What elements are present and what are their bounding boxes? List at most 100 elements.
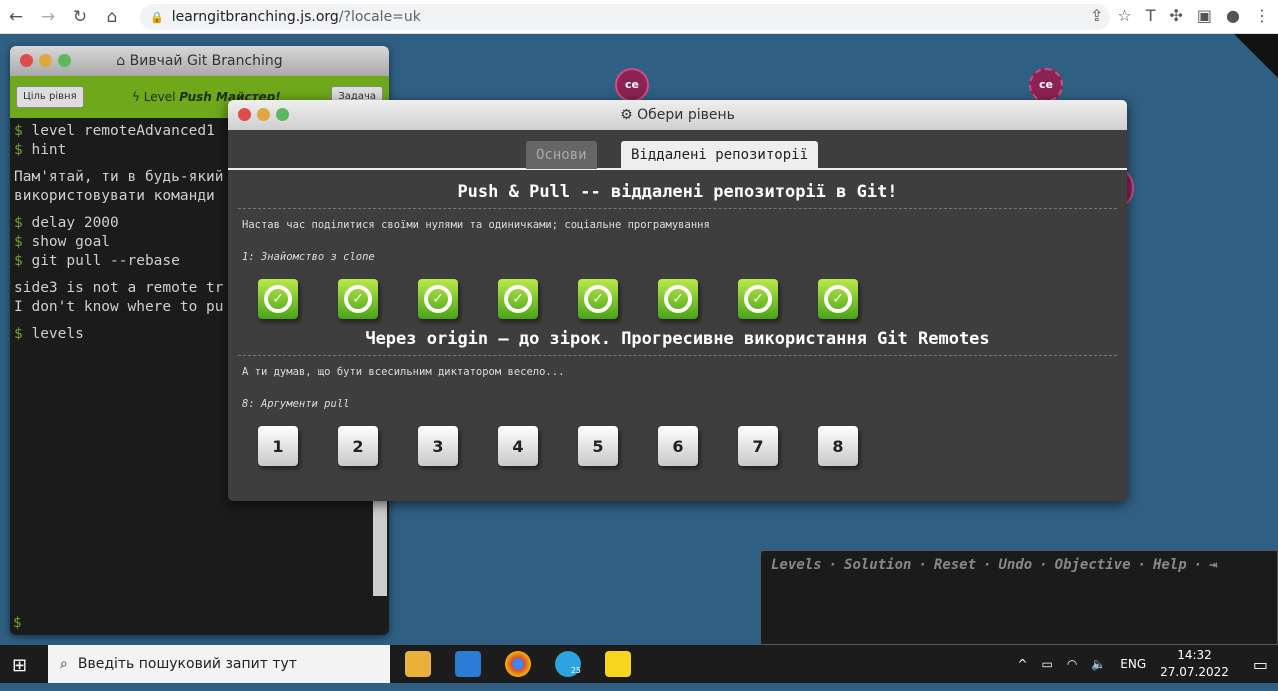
taskbar-search[interactable]: ⌕ Введіть пошуковий запит тут [48, 645, 390, 683]
address-bar[interactable]: 🔒 learngitbranching.js.org/?locale=uk [140, 4, 1110, 30]
checkmark-icon: ✓ [504, 285, 532, 313]
notifications-icon[interactable]: ▭ [1253, 655, 1268, 674]
command-levels[interactable]: Levels [771, 557, 822, 573]
prompt-symbol: $ [14, 215, 23, 231]
share-icon[interactable]: ⇪ [1090, 6, 1103, 25]
minimize-button[interactable] [257, 108, 270, 121]
close-button[interactable] [238, 108, 251, 121]
level-button-completed[interactable]: ✓ [258, 279, 298, 319]
github-corner[interactable] [1234, 34, 1278, 78]
command-help[interactable]: Help [1153, 557, 1187, 573]
command-bar: Levels · Solution · Reset · Undo · Objective · Hel… [760, 550, 1278, 645]
volume-icon[interactable]: 🔈 [1091, 657, 1106, 671]
level-grid: ✓ ✓ ✓ ✓ ✓ ✓ ✓ ✓ [228, 263, 1127, 319]
prompt-symbol: $ [14, 326, 23, 342]
reload-icon[interactable]: ↻ [64, 7, 96, 27]
menu-icon[interactable]: ⋮ [1254, 6, 1270, 25]
level-button-completed[interactable]: ✓ [578, 279, 618, 319]
checkmark-icon: ✓ [744, 285, 772, 313]
checkmark-icon: ✓ [584, 285, 612, 313]
chrome-icon[interactable] [505, 651, 531, 677]
level-button[interactable]: 3 [418, 426, 458, 466]
minimize-button[interactable] [39, 54, 52, 67]
level-button-completed[interactable]: ✓ [658, 279, 698, 319]
clock[interactable]: 14:32 27.07.2022 [1160, 647, 1229, 681]
lock-icon: 🔒 [150, 10, 164, 24]
prompt-symbol: $ [14, 123, 23, 139]
tab-remote[interactable]: Віддалені репозиторії [621, 141, 819, 169]
checkmark-icon: ✓ [824, 285, 852, 313]
line-text: використовувати команди [14, 188, 215, 204]
sidepanel-icon[interactable]: ▣ [1197, 6, 1212, 25]
goal-button[interactable]: Ціль рівня [16, 86, 84, 108]
line-text: levels [31, 326, 84, 342]
commit-node: ce [1029, 68, 1063, 102]
command-solution[interactable]: Solution [844, 557, 911, 573]
maximize-button[interactable] [276, 108, 289, 121]
puzzle-icon[interactable]: ✣ [1170, 6, 1183, 25]
language-indicator[interactable]: ENG [1120, 657, 1146, 671]
level-button[interactable]: 1 [258, 426, 298, 466]
command-objective[interactable]: Objective [1055, 557, 1131, 573]
taskbar: ⊞ ⌕ Введіть пошуковий запит тут 25 ^ ▭ ◠ … [0, 645, 1278, 683]
sticky-notes-icon[interactable] [605, 651, 631, 677]
selected-level-name: 8: Аргументи pull [242, 398, 350, 410]
windows-start-icon[interactable]: ⊞ [12, 655, 27, 676]
level-button-completed[interactable]: ✓ [818, 279, 858, 319]
level-button[interactable]: 2 [338, 426, 378, 466]
checkmark-icon: ✓ [344, 285, 372, 313]
level-section: Push & Pull -- віддалені репозиторії в G… [228, 182, 1127, 319]
battery-icon[interactable]: ▭ [1042, 657, 1053, 671]
commit-node: ce [615, 68, 649, 102]
line-text: delay 2000 [31, 215, 119, 231]
line-text: level remoteAdvanced1 [31, 123, 215, 139]
url-host: learngitbranching.js.org [171, 9, 339, 25]
line-text: Пам'ятай, ти в будь-який [14, 169, 224, 185]
extension-t-icon[interactable]: T [1146, 6, 1156, 25]
section-heading: Через origin – до зірок. Прогресивне вик… [365, 329, 990, 349]
separator: · [983, 557, 992, 573]
wifi-icon[interactable]: ◠ [1067, 657, 1077, 671]
level-button-completed[interactable]: ✓ [418, 279, 458, 319]
back-icon[interactable]: ← [0, 7, 32, 27]
home-icon: ⌂ [116, 53, 130, 69]
separator: · [1137, 557, 1146, 573]
separator: · [1193, 557, 1203, 573]
level-button-completed[interactable]: ✓ [738, 279, 778, 319]
level-prefix: Level [143, 90, 176, 104]
checkmark-icon: ✓ [664, 285, 692, 313]
level-section: Через origin – до зірок. Прогресивне вик… [228, 329, 1127, 466]
telegram-icon[interactable]: 25 [555, 651, 581, 677]
command-undo[interactable]: Undo [998, 557, 1032, 573]
file-explorer-icon[interactable] [405, 651, 431, 677]
scrollbar[interactable] [373, 496, 387, 596]
dialog-titlebar: ⚙ Обери рівень [228, 100, 1127, 130]
level-button[interactable]: 6 [658, 426, 698, 466]
level-button-completed[interactable]: ✓ [338, 279, 378, 319]
avatar[interactable]: ● [1226, 6, 1240, 25]
time: 14:32 [1177, 648, 1212, 662]
exit-icon[interactable]: ⇥ [1209, 557, 1217, 573]
tab-basics[interactable]: Основи [526, 141, 597, 169]
selected-level-name: 1: Знайомство з clone [242, 251, 375, 263]
level-button[interactable]: 7 [738, 426, 778, 466]
separator: · [918, 557, 927, 573]
command-reset[interactable]: Reset [934, 557, 976, 573]
level-button[interactable]: 8 [818, 426, 858, 466]
maximize-button[interactable] [58, 54, 71, 67]
section-description: Настав час поділитися своїми нулями та о… [242, 219, 710, 231]
url-path: /?locale=uk [338, 9, 421, 25]
terminal-input-prompt[interactable]: $ [13, 615, 21, 631]
line-text: git pull --rebase [31, 253, 180, 269]
forward-icon[interactable]: → [32, 7, 64, 27]
star-icon[interactable]: ☆ [1117, 6, 1131, 25]
level-button-completed[interactable]: ✓ [498, 279, 538, 319]
home-icon[interactable]: ⌂ [96, 7, 128, 27]
mail-icon[interactable] [455, 651, 481, 677]
level-grid: 12345678 [228, 410, 1127, 466]
chevron-up-icon[interactable]: ^ [1017, 657, 1027, 671]
level-button[interactable]: 4 [498, 426, 538, 466]
close-button[interactable] [20, 54, 33, 67]
level-button[interactable]: 5 [578, 426, 618, 466]
line-text: show goal [31, 234, 111, 250]
